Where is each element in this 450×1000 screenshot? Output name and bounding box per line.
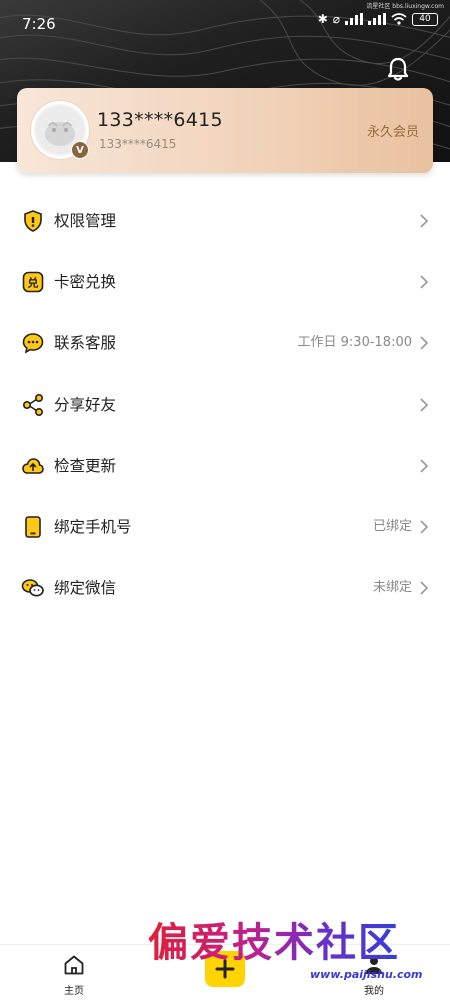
status-bar: 7:26 流星社区 bbs.liuxingw.com ✱ ⌀ 40 bbox=[0, 0, 450, 46]
wechat-icon bbox=[21, 579, 44, 597]
menu-item-label: 权限管理 bbox=[54, 211, 117, 230]
settings-menu: 权限管理 兑 卡密兑换 联系客服 工作日 9:30-18:00 分享好友 检查更… bbox=[0, 190, 450, 619]
mute-icon: ⌀ bbox=[332, 12, 340, 26]
chevron-right-icon bbox=[420, 459, 429, 473]
watermark-title: 偏爱技术社区 bbox=[148, 919, 400, 966]
menu-item-check-update[interactable]: 检查更新 bbox=[0, 435, 450, 496]
menu-item-redeem[interactable]: 兑 卡密兑换 bbox=[0, 251, 450, 312]
profile-name: 133****6415 bbox=[97, 109, 223, 131]
menu-item-label: 联系客服 bbox=[54, 334, 117, 353]
chevron-right-icon bbox=[420, 275, 429, 289]
svg-text:兑: 兑 bbox=[28, 275, 39, 289]
vip-status-label[interactable]: 永久会员 bbox=[367, 121, 419, 140]
watermark-overlay: 偏爱技术社区 www.paijishu.com bbox=[148, 918, 438, 988]
chevron-right-icon bbox=[420, 397, 429, 412]
profile-subtitle: 133****6415 bbox=[99, 137, 177, 151]
menu-item-share[interactable]: 分享好友 bbox=[0, 374, 450, 435]
signal-icon-2 bbox=[368, 13, 386, 25]
menu-item-label: 绑定手机号 bbox=[54, 518, 132, 537]
share-icon bbox=[22, 393, 44, 416]
vip-badge-icon: V bbox=[71, 141, 89, 159]
battery-icon: 40 bbox=[412, 12, 438, 26]
menu-item-bind-phone[interactable]: 绑定手机号 已绑定 bbox=[0, 496, 450, 557]
menu-item-label: 卡密兑换 bbox=[54, 272, 117, 291]
shield-icon bbox=[24, 209, 42, 232]
menu-item-label: 绑定微信 bbox=[54, 579, 117, 598]
redeem-icon: 兑 bbox=[22, 271, 44, 293]
chat-icon bbox=[22, 333, 44, 354]
status-time: 7:26 bbox=[22, 15, 56, 33]
chevron-right-icon bbox=[420, 520, 429, 534]
menu-item-customer-service[interactable]: 联系客服 工作日 9:30-18:00 bbox=[0, 313, 450, 374]
tab-home[interactable]: 主页 bbox=[44, 953, 104, 997]
chevron-right-icon bbox=[420, 214, 429, 228]
watermark-url: www.paijishu.com bbox=[310, 968, 423, 981]
menu-item-value: 工作日 9:30-18:00 bbox=[297, 335, 412, 351]
menu-item-permissions[interactable]: 权限管理 bbox=[0, 190, 450, 251]
tab-home-label: 主页 bbox=[64, 986, 84, 997]
profile-card[interactable]: V 133****6415 133****6415 永久会员 bbox=[17, 88, 433, 173]
status-icons: ✱ ⌀ 40 bbox=[318, 12, 438, 26]
cloud-upload-icon bbox=[22, 458, 44, 474]
bluetooth-icon: ✱ bbox=[317, 12, 328, 26]
phone-icon bbox=[25, 516, 41, 538]
menu-item-value: 未绑定 bbox=[372, 580, 412, 596]
chevron-right-icon bbox=[420, 581, 429, 595]
wifi-icon bbox=[391, 13, 407, 25]
chevron-right-icon bbox=[420, 336, 429, 350]
status-watermark: 流星社区 bbs.liuxingw.com bbox=[366, 3, 444, 10]
menu-item-value: 已绑定 bbox=[372, 519, 412, 535]
menu-item-label: 分享好友 bbox=[54, 395, 117, 414]
home-icon bbox=[64, 955, 84, 975]
menu-item-bind-wechat[interactable]: 绑定微信 未绑定 bbox=[0, 558, 450, 619]
signal-icon bbox=[345, 13, 363, 25]
bell-icon[interactable] bbox=[384, 55, 412, 83]
menu-item-label: 检查更新 bbox=[54, 456, 117, 475]
